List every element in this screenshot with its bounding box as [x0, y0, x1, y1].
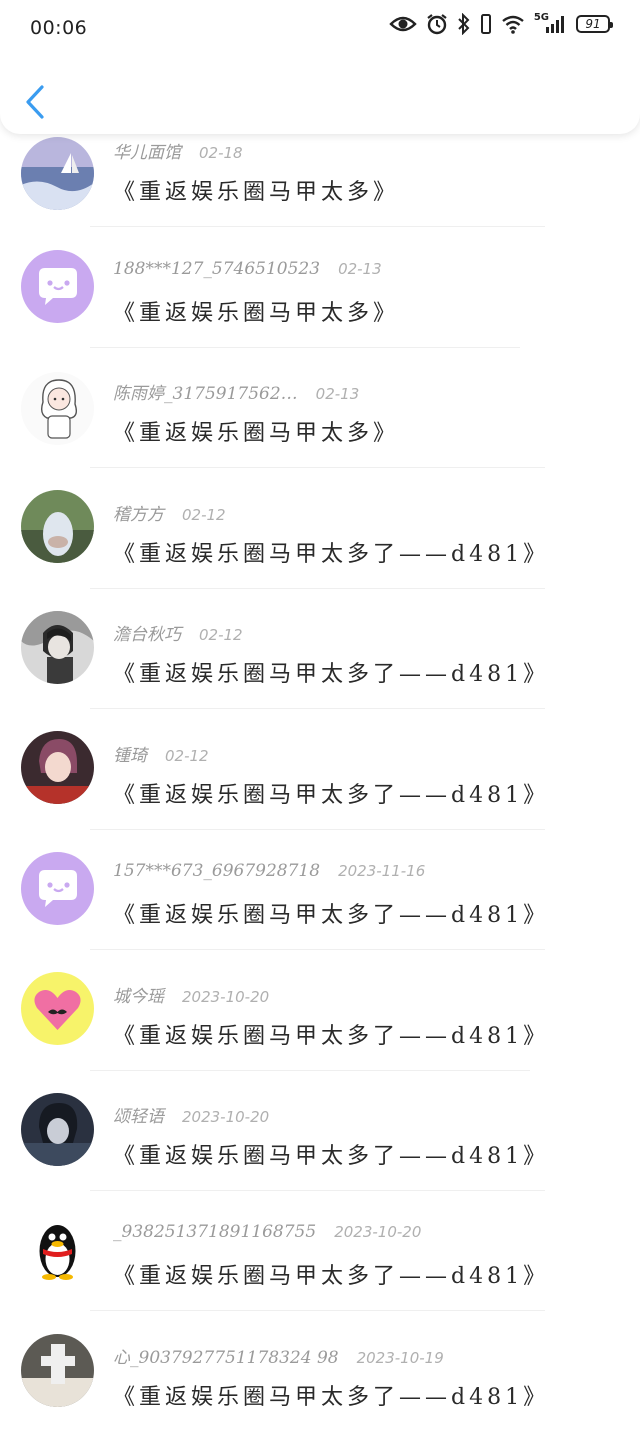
user-name[interactable]: 城今瑶 — [113, 982, 164, 1007]
comment-text: 《重返娱乐圈马甲太多了——d481》 — [113, 1264, 550, 1289]
divider — [90, 347, 520, 348]
sea-avatar[interactable] — [21, 137, 94, 210]
comment-meta: 颂轻语 2023-10-20 — [113, 1102, 269, 1127]
comment-date: 02-13 — [315, 385, 360, 403]
photo-avatar[interactable] — [21, 490, 94, 563]
user-name[interactable]: 颂轻语 — [113, 1102, 164, 1127]
comment-date: 2023-11-16 — [338, 862, 426, 880]
battery-level: 91 — [585, 17, 601, 31]
comment-text: 《重返娱乐圈马甲太多了——d481》 — [113, 542, 550, 567]
portrait-avatar[interactable] — [21, 731, 94, 804]
divider — [90, 226, 545, 227]
default-purple-avatar[interactable] — [21, 250, 94, 323]
status-time: 00:06 — [30, 17, 88, 39]
comment-meta: 188***127_5746510523 02-13 — [113, 259, 382, 279]
user-name[interactable]: 华儿面馆 — [113, 138, 181, 163]
comment-row[interactable]: 锺琦 02-12 《重返娱乐圈马甲太多了——d481》 — [0, 729, 640, 849]
comment-meta: 稽方方 02-12 — [113, 500, 226, 525]
comment-text: 《重返娱乐圈马甲太多了——d481》 — [113, 1024, 550, 1049]
comment-row[interactable]: 城今瑶 2023-10-20 《重返娱乐圈马甲太多了——d481》 — [0, 970, 640, 1090]
user-name[interactable]: 心_9037927751178324 98 — [113, 1343, 339, 1368]
comment-meta: 心_9037927751178324 98 2023-10-19 — [113, 1343, 444, 1368]
user-name[interactable]: 稽方方 — [113, 500, 164, 525]
comment-text: 《重返娱乐圈马甲太多了——d481》 — [113, 903, 550, 928]
comment-text: 《重返娱乐圈马甲太多》 — [113, 421, 400, 446]
comment-meta: 澹台秋巧 02-12 — [113, 620, 243, 645]
divider — [90, 588, 545, 589]
battery-icon: 91 — [576, 15, 613, 33]
status-icons: 5G 91 — [389, 11, 613, 35]
dark-anime-avatar[interactable] — [21, 1093, 94, 1166]
comment-meta: 锺琦 02-12 — [113, 741, 209, 766]
comment-row[interactable]: 陈雨婷_3175917562… 02-13 《重返娱乐圈马甲太多》 — [0, 367, 640, 487]
comment-meta: 陈雨婷_3175917562… 02-13 — [113, 379, 359, 404]
comment-row[interactable]: 157***673_6967928718 2023-11-16 《重返娱乐圈马甲… — [0, 849, 640, 969]
user-name[interactable]: 陈雨婷_3175917562… — [113, 379, 298, 404]
divider — [90, 1070, 530, 1071]
network-type: 5G — [533, 11, 549, 23]
comment-date: 2023-10-20 — [334, 1223, 422, 1241]
comment-date: 02-18 — [199, 144, 243, 162]
comment-row[interactable]: 心_9037927751178324 98 2023-10-19 《重返娱乐圈马… — [0, 1331, 640, 1451]
comment-row[interactable]: 颂轻语 2023-10-20 《重返娱乐圈马甲太多了——d481》 — [0, 1090, 640, 1210]
comment-date: 2023-10-20 — [182, 988, 270, 1006]
user-name[interactable]: _938251371891168755 — [113, 1222, 316, 1242]
comment-date: 02-12 — [199, 626, 243, 644]
anime-boy-avatar[interactable] — [21, 611, 94, 684]
comment-date: 02-12 — [182, 506, 226, 524]
photo-avatar[interactable] — [21, 1334, 94, 1407]
comment-row[interactable]: 188***127_5746510523 02-13 《重返娱乐圈马甲太多》 — [0, 247, 640, 367]
cartoon-girl-avatar[interactable] — [21, 372, 94, 445]
comment-date: 2023-10-19 — [356, 1349, 444, 1367]
comment-text: 《重返娱乐圈马甲太多》 — [113, 180, 400, 205]
comment-text: 《重返娱乐圈马甲太多了——d481》 — [113, 1385, 550, 1410]
status-bar: 00:06 5G 91 — [0, 0, 640, 56]
default-purple-avatar[interactable] — [21, 852, 94, 925]
comment-row[interactable]: 稽方方 02-12 《重返娱乐圈马甲太多了——d481》 — [0, 488, 640, 608]
comment-meta: 157***673_6967928718 2023-11-16 — [113, 861, 425, 881]
comment-date: 02-12 — [165, 747, 209, 765]
divider — [90, 467, 545, 468]
comment-text: 《重返娱乐圈马甲太多了——d481》 — [113, 1144, 550, 1169]
signal-icon: 5G — [533, 11, 567, 34]
penguin-avatar[interactable] — [21, 1213, 94, 1286]
vibrate-icon — [480, 13, 492, 35]
bluetooth-icon — [457, 13, 471, 35]
comment-date: 2023-10-20 — [182, 1108, 270, 1126]
comment-meta: 城今瑶 2023-10-20 — [113, 982, 269, 1007]
comment-text: 《重返娱乐圈马甲太多了——d481》 — [113, 662, 550, 687]
comment-date: 02-13 — [338, 260, 382, 278]
divider — [90, 949, 545, 950]
chevron-left-icon — [26, 85, 44, 119]
divider — [90, 708, 545, 709]
eye-icon — [389, 14, 417, 34]
comment-meta: 华儿面馆 02-18 — [113, 138, 243, 163]
wifi-icon — [501, 14, 525, 34]
user-name[interactable]: 188***127_5746510523 — [113, 259, 320, 279]
comment-text: 《重返娱乐圈马甲太多了——d481》 — [113, 783, 550, 808]
comment-row[interactable]: 华儿面馆 02-18 《重返娱乐圈马甲太多》 — [0, 126, 640, 246]
comment-row[interactable]: 澹台秋巧 02-12 《重返娱乐圈马甲太多了——d481》 — [0, 608, 640, 728]
alarm-icon — [426, 13, 448, 35]
divider — [90, 829, 545, 830]
divider — [90, 1190, 545, 1191]
comment-text: 《重返娱乐圈马甲太多》 — [113, 301, 400, 326]
heart-mustache-avatar[interactable] — [21, 972, 94, 1045]
user-name[interactable]: 157***673_6967928718 — [113, 861, 320, 881]
user-name[interactable]: 锺琦 — [113, 741, 147, 766]
comment-meta: _938251371891168755 2023-10-20 — [113, 1222, 421, 1242]
back-button[interactable] — [22, 84, 50, 120]
divider — [90, 1310, 545, 1311]
comment-row[interactable]: _938251371891168755 2023-10-20 《重返娱乐圈马甲太… — [0, 1210, 640, 1330]
user-name[interactable]: 澹台秋巧 — [113, 620, 181, 645]
